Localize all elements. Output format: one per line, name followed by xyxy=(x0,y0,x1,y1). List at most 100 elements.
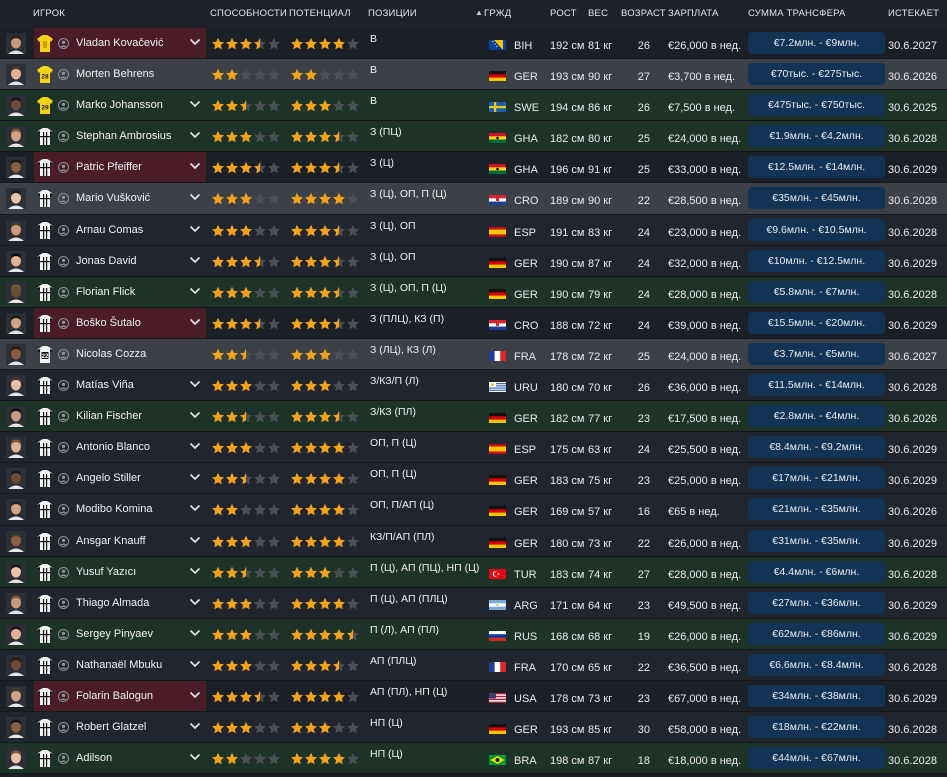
player-name-cell[interactable]: 22 Nicolas Cozza xyxy=(34,339,206,369)
person-icon[interactable] xyxy=(58,224,69,236)
transfer-fee-badge[interactable]: €21млн. - €35млн. xyxy=(748,498,885,521)
ability-stars[interactable] xyxy=(211,161,281,174)
person-icon[interactable] xyxy=(58,722,69,734)
chevron-down-icon[interactable] xyxy=(189,37,201,47)
ability-stars[interactable] xyxy=(211,130,281,143)
player-face-avatar[interactable] xyxy=(6,281,26,303)
transfer-fee-badge[interactable]: €2.8млн. - €4млн. xyxy=(748,405,885,428)
player-face-avatar[interactable] xyxy=(6,375,26,397)
ability-stars[interactable] xyxy=(211,721,281,734)
chevron-down-icon[interactable] xyxy=(189,410,201,420)
player-name-cell[interactable]: Stephan Ambrosius xyxy=(34,121,206,151)
player-name-cell[interactable]: Arnau Comas xyxy=(34,215,206,245)
person-icon[interactable] xyxy=(58,411,69,423)
transfer-fee-badge[interactable]: €8.4млн. - €9.2млн. xyxy=(748,436,885,459)
table-row[interactable]: Nathanaël Mbuku АП (ПЛЦ) FRA 170 см 65 к… xyxy=(0,649,947,681)
chevron-down-icon[interactable] xyxy=(189,130,201,140)
table-row[interactable]: Ansgar Knauff КЗ/П/АП (ПЛ) GER 180 см 73… xyxy=(0,525,947,557)
transfer-fee-badge[interactable]: €34млн. - €38млн. xyxy=(748,684,885,707)
player-name-cell[interactable]: Robert Glatzel xyxy=(34,712,206,742)
chevron-down-icon[interactable] xyxy=(189,721,201,731)
ability-stars[interactable] xyxy=(211,566,281,579)
person-icon[interactable] xyxy=(58,753,69,765)
transfer-fee-badge[interactable]: €18млн. - €22млн. xyxy=(748,716,885,739)
potential-stars[interactable] xyxy=(290,130,360,143)
player-face-avatar[interactable] xyxy=(6,250,26,272)
potential-stars[interactable] xyxy=(290,472,360,485)
person-icon[interactable] xyxy=(58,69,69,81)
chevron-down-icon[interactable] xyxy=(189,690,201,700)
player-name-cell[interactable]: Angelo Stiller xyxy=(34,463,206,493)
person-icon[interactable] xyxy=(58,162,69,174)
transfer-fee-badge[interactable]: €5.8млн. - €7млн. xyxy=(748,280,885,303)
player-name[interactable]: Patric Pfeiffer xyxy=(76,161,142,173)
potential-stars[interactable] xyxy=(290,441,360,454)
table-row[interactable]: Arnau Comas З (Ц), ОП ESP 191 см 83 кг 2… xyxy=(0,214,947,246)
person-icon[interactable] xyxy=(58,38,69,49)
player-face-avatar[interactable] xyxy=(6,33,26,54)
player-face-avatar[interactable] xyxy=(6,717,26,739)
table-row[interactable]: Angelo Stiller ОП, П (Ц) GER 183 см 75 к… xyxy=(0,463,947,495)
column-header-age[interactable]: ВОЗРАСТ xyxy=(621,8,666,19)
player-name-cell[interactable]: Folarin Balogun xyxy=(34,680,206,712)
player-face-avatar[interactable] xyxy=(6,437,26,459)
potential-stars[interactable] xyxy=(290,348,360,361)
player-name-cell[interactable]: Nathanaël Mbuku xyxy=(34,650,206,680)
transfer-fee-badge[interactable]: €44млн. - €67млн. xyxy=(748,747,885,770)
person-icon[interactable] xyxy=(58,131,69,143)
ability-stars[interactable] xyxy=(211,441,281,454)
player-name-cell[interactable]: Modibo Komina xyxy=(34,494,206,524)
player-face-avatar[interactable] xyxy=(6,343,26,365)
ability-stars[interactable] xyxy=(211,379,281,392)
player-name[interactable]: Nathanaël Mbuku xyxy=(76,659,162,671)
person-icon[interactable] xyxy=(58,286,69,298)
potential-stars[interactable] xyxy=(290,628,360,641)
player-name-cell[interactable]: Vladan Kovačević xyxy=(34,28,206,59)
person-icon[interactable] xyxy=(58,473,69,485)
player-name[interactable]: Antonio Blanco xyxy=(76,441,150,453)
player-name-cell[interactable]: Sergey Pinyaev xyxy=(34,619,206,649)
table-row[interactable]: Thiago Almada П (Ц), АП (ПЛЦ) ARG 171 см… xyxy=(0,587,947,619)
player-name[interactable]: Morten Behrens xyxy=(76,68,154,80)
column-header-ability[interactable]: СПОСОБНОСТИ xyxy=(210,8,287,19)
player-name-cell[interactable]: 29 Marko Johansson xyxy=(34,90,206,120)
ability-stars[interactable] xyxy=(211,317,281,330)
player-name[interactable]: Florian Flick xyxy=(76,286,135,298)
ability-stars[interactable] xyxy=(211,410,281,423)
player-face-avatar[interactable] xyxy=(6,592,26,614)
player-name-cell[interactable]: Matías Viña xyxy=(34,370,206,400)
chevron-down-icon[interactable] xyxy=(189,752,201,762)
chevron-down-icon[interactable] xyxy=(189,379,201,389)
transfer-fee-badge[interactable]: €4.4млн. - €6млн. xyxy=(748,560,885,583)
ability-stars[interactable] xyxy=(211,37,281,50)
person-icon[interactable] xyxy=(58,597,69,609)
potential-stars[interactable] xyxy=(290,566,360,579)
table-row[interactable]: Yusuf Yazıcı П (Ц), АП (ПЦ), НП (Ц) TUR … xyxy=(0,556,947,588)
player-name[interactable]: Robert Glatzel xyxy=(76,721,146,733)
player-face-avatar[interactable] xyxy=(6,126,26,148)
transfer-fee-badge[interactable]: €17млн. - €21млн. xyxy=(748,467,885,490)
table-row[interactable]: Folarin Balogun АП (ПЛ), НП (Ц) USA 178 … xyxy=(0,680,947,713)
table-row[interactable]: 28 Morten Behrens В GER 193 см 90 кг 27 … xyxy=(0,59,947,91)
player-name[interactable]: Boško Šutalo xyxy=(76,317,141,329)
player-face-avatar[interactable] xyxy=(6,561,26,583)
potential-stars[interactable] xyxy=(290,597,360,610)
person-icon[interactable] xyxy=(58,566,69,578)
player-face-avatar[interactable] xyxy=(6,157,26,179)
chevron-down-icon[interactable] xyxy=(189,317,201,327)
player-name[interactable]: Marko Johansson xyxy=(76,99,163,111)
transfer-fee-badge[interactable]: €35млн. - €45млн. xyxy=(748,187,885,210)
player-face-avatar[interactable] xyxy=(6,95,26,117)
potential-stars[interactable] xyxy=(290,224,360,237)
column-header-potential[interactable]: ПОТЕНЦИАЛ xyxy=(289,8,351,19)
ability-stars[interactable] xyxy=(211,68,281,81)
player-name-cell[interactable]: Yusuf Yazıcı xyxy=(34,557,206,587)
chevron-down-icon[interactable] xyxy=(189,161,201,171)
chevron-down-icon[interactable] xyxy=(189,441,201,451)
person-icon[interactable] xyxy=(58,255,69,267)
player-name-cell[interactable]: Thiago Almada xyxy=(34,588,206,618)
transfer-fee-badge[interactable]: €11.5млн. - €14млн. xyxy=(748,374,885,397)
transfer-fee-badge[interactable]: €475тыс. - €750тыс. xyxy=(748,94,885,117)
chevron-down-icon[interactable] xyxy=(189,597,201,607)
column-header-positions[interactable]: ПОЗИЦИИ xyxy=(368,8,417,19)
